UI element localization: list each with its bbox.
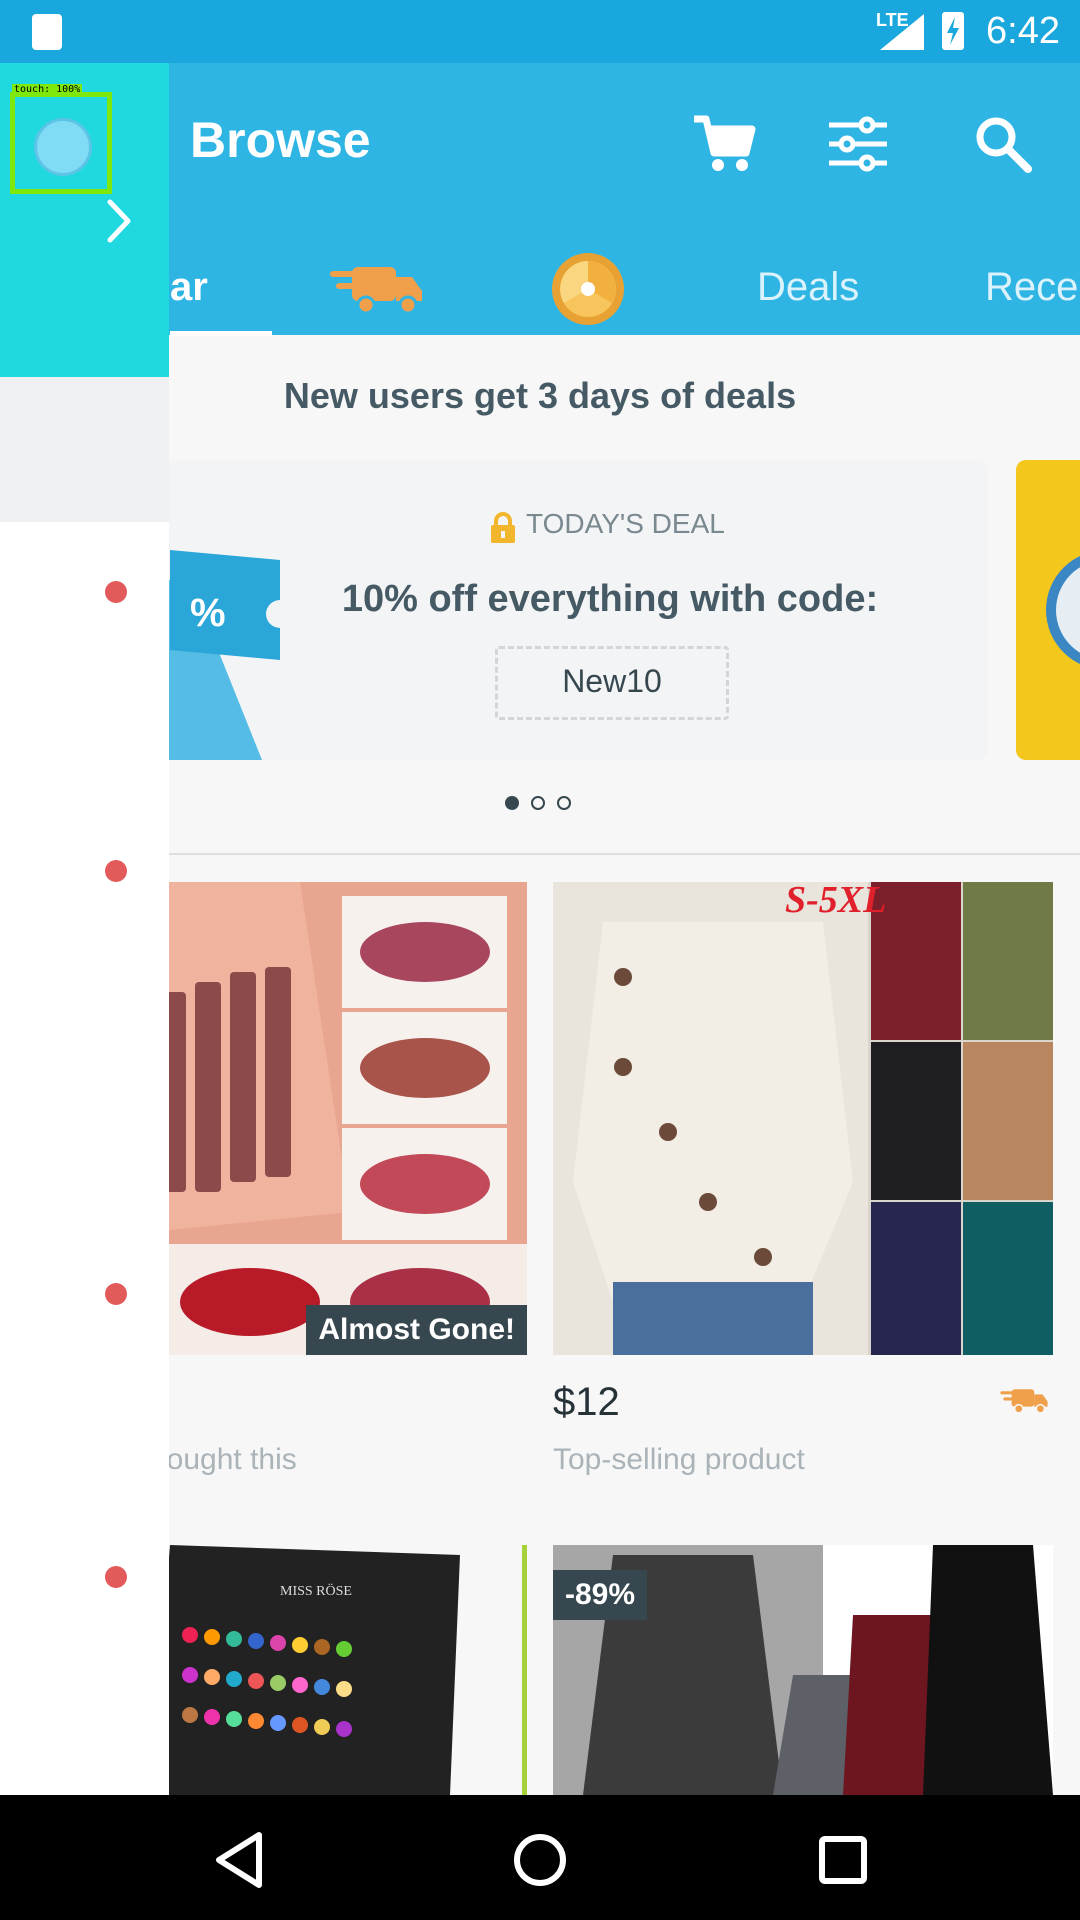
tab-label: Deals bbox=[757, 265, 860, 309]
promo-code-box[interactable]: New10 bbox=[495, 646, 729, 720]
overlay-panel-body bbox=[0, 522, 169, 1795]
sd-card-icon bbox=[32, 14, 62, 50]
red-dot-marker bbox=[105, 581, 127, 603]
lock-icon bbox=[491, 512, 515, 543]
product-price: $12 bbox=[553, 1380, 620, 1424]
signal-icon bbox=[880, 14, 924, 50]
product-image-lipstick[interactable]: Almost Gone! bbox=[150, 882, 527, 1355]
tab-popular[interactable]: ar bbox=[170, 253, 272, 336]
deal-title: 10% off everything with code: bbox=[341, 578, 879, 620]
product-image-dress[interactable]: -89% bbox=[553, 1545, 1053, 1795]
chevron-right-icon[interactable] bbox=[106, 198, 132, 244]
tab-deals[interactable]: Deals bbox=[745, 253, 885, 333]
cart-icon[interactable] bbox=[688, 109, 758, 179]
prize-wheel-icon bbox=[552, 253, 624, 325]
size-range-text: S-5XL bbox=[785, 882, 886, 921]
carousel-dot[interactable] bbox=[531, 796, 545, 810]
sweater-image: S-5XL bbox=[553, 882, 1053, 1355]
product-badge: Almost Gone! bbox=[306, 1305, 527, 1355]
page-title: Browse bbox=[190, 112, 371, 168]
touch-point[interactable] bbox=[34, 118, 92, 176]
carousel-dot[interactable] bbox=[505, 796, 519, 810]
clock: 6:42 bbox=[986, 10, 1060, 52]
filter-icon[interactable] bbox=[823, 109, 893, 179]
tab-prize-wheel[interactable] bbox=[548, 253, 628, 333]
recents-icon[interactable] bbox=[808, 1825, 878, 1895]
touch-label: touch: 100% bbox=[12, 84, 83, 95]
svg-text:%: % bbox=[190, 591, 226, 635]
tab-recent[interactable]: Rece bbox=[985, 253, 1080, 333]
overlay-panel-gap bbox=[0, 377, 169, 522]
shipping-truck-icon bbox=[330, 267, 422, 315]
discount-badge: -89% bbox=[553, 1570, 648, 1620]
product-subtitle: bought this bbox=[150, 1443, 297, 1476]
lipstick-set-image bbox=[150, 882, 527, 1355]
tab-shipping[interactable] bbox=[330, 253, 430, 333]
system-nav-bar bbox=[0, 1795, 1080, 1920]
shipping-truck-icon bbox=[1000, 1389, 1048, 1414]
search-icon[interactable] bbox=[968, 109, 1038, 179]
home-icon[interactable] bbox=[505, 1825, 575, 1895]
eyeshadow-palette-image: MISS RÖSE bbox=[150, 1545, 527, 1795]
back-icon[interactable] bbox=[205, 1825, 275, 1895]
status-bar: LTE 6:42 bbox=[0, 0, 1080, 63]
section-divider bbox=[150, 853, 1080, 855]
promo-headline: New users get 3 days of deals bbox=[283, 375, 797, 416]
red-dot-marker bbox=[105, 860, 127, 882]
product-image-sweater[interactable]: S-5XL bbox=[553, 882, 1053, 1355]
product-subtitle: Top-selling product bbox=[553, 1443, 805, 1476]
brand-text: MISS RÖSE bbox=[280, 1582, 352, 1599]
coupon-ticket-icon: % bbox=[150, 550, 280, 760]
product-image-eyeshadow[interactable]: MISS RÖSE bbox=[150, 1545, 527, 1795]
promo-code: New10 bbox=[562, 663, 662, 699]
red-dot-marker bbox=[105, 1283, 127, 1305]
carousel-pagination bbox=[505, 796, 583, 815]
tab-selected-indicator bbox=[170, 331, 272, 336]
tab-label: Rece bbox=[985, 265, 1079, 309]
red-dot-marker bbox=[105, 1566, 127, 1588]
tab-label: ar bbox=[170, 265, 208, 309]
carousel-dot[interactable] bbox=[557, 796, 571, 810]
battery-charging-icon bbox=[942, 12, 964, 50]
deal-card[interactable]: % TODAY'S DEAL 10% off everything with c… bbox=[150, 460, 988, 760]
deal-label: TODAY'S DEAL bbox=[526, 508, 725, 539]
next-deal-card[interactable] bbox=[1016, 460, 1080, 760]
clock-graphic-icon bbox=[1046, 555, 1080, 665]
